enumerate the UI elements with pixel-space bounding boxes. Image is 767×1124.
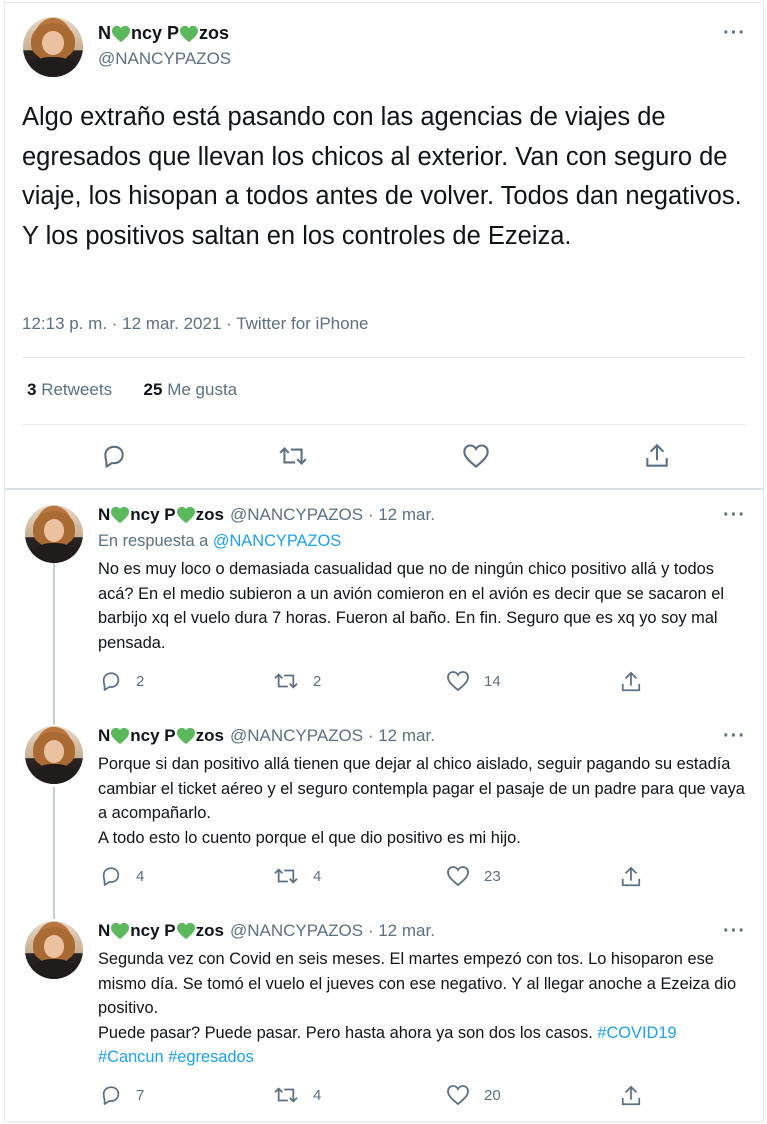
like-button[interactable]: 23 xyxy=(446,865,501,887)
name-part-2: ncy P xyxy=(131,23,180,43)
like-heart-icon xyxy=(447,671,469,692)
green-heart-icon xyxy=(112,25,130,42)
like-count: 20 xyxy=(484,1086,501,1104)
retweet-icon xyxy=(274,868,298,884)
reply-button[interactable]: 7 xyxy=(100,1084,144,1106)
retweet-stat[interactable]: 3 Retweets xyxy=(27,380,112,399)
reply-count: 7 xyxy=(136,1086,145,1104)
reply-icon xyxy=(102,672,120,691)
reply-tweet[interactable]: N ncy P zos @NANCYPAZOS · 12 mar. ··· En… xyxy=(0,504,760,705)
reply-display-name[interactable]: N ncy P zos xyxy=(98,921,224,941)
retweet-count: 4 xyxy=(313,1086,322,1104)
retweet-icon[interactable] xyxy=(278,443,308,469)
green-heart-icon xyxy=(176,727,195,745)
reply-text: No es muy loco o demasiada casualidad qu… xyxy=(98,560,724,652)
reply-handle-date[interactable]: @NANCYPAZOS · 12 mar. xyxy=(230,505,435,525)
section-divider xyxy=(4,488,764,490)
main-tweet-handle[interactable]: @NANCYPAZOS xyxy=(98,49,231,69)
green-heart-icon xyxy=(176,506,195,524)
reply-text: Segunda vez con Covid en seis meses. El … xyxy=(98,950,737,1066)
retweet-icon xyxy=(274,673,298,689)
tweet-stats: 3 Retweets 25 Me gusta xyxy=(27,380,237,400)
share-button[interactable] xyxy=(620,865,642,889)
like-heart-icon xyxy=(447,866,469,887)
more-options-icon[interactable]: ··· xyxy=(723,725,746,748)
reply-handle-date[interactable]: @NANCYPAZOS · 12 mar. xyxy=(230,726,435,746)
replying-to-handle-link[interactable]: @NANCYPAZOS xyxy=(213,532,341,550)
reply-header: N ncy P zos @NANCYPAZOS · 12 mar. xyxy=(98,726,435,746)
like-count: 23 xyxy=(484,867,501,885)
divider xyxy=(22,424,746,425)
green-heart-icon xyxy=(111,727,130,745)
reply-button[interactable]: 4 xyxy=(100,865,144,887)
reply-header: N ncy P zos @NANCYPAZOS · 12 mar. xyxy=(98,921,435,941)
main-tweet-avatar[interactable] xyxy=(23,17,83,77)
retweet-button[interactable]: 4 xyxy=(273,1084,321,1106)
name-part-3: zos xyxy=(199,23,230,43)
green-heart-icon xyxy=(111,922,130,940)
reply-icon[interactable] xyxy=(101,443,127,469)
reply-header: N ncy P zos @NANCYPAZOS · 12 mar. xyxy=(98,505,435,525)
more-options-icon[interactable]: ··· xyxy=(723,22,746,45)
reply-avatar[interactable] xyxy=(25,921,83,979)
green-heart-icon xyxy=(111,506,130,524)
like-button[interactable]: 14 xyxy=(446,670,501,692)
share-icon[interactable] xyxy=(644,442,670,470)
share-icon xyxy=(621,866,641,887)
more-options-icon[interactable]: ··· xyxy=(723,920,746,943)
more-options-icon[interactable]: ··· xyxy=(723,504,746,527)
reply-icon xyxy=(102,867,120,886)
like-heart-icon xyxy=(447,1085,469,1106)
retweet-button[interactable]: 4 xyxy=(273,865,321,887)
share-button[interactable] xyxy=(620,1084,642,1108)
reply-tweet[interactable]: N ncy P zos @NANCYPAZOS · 12 mar. ··· Po… xyxy=(0,725,760,906)
reply-tweet[interactable]: N ncy P zos @NANCYPAZOS · 12 mar. ··· Se… xyxy=(0,920,760,1111)
reply-actions: 4 4 23 xyxy=(98,865,658,889)
hashtag-link[interactable]: #COVID19 xyxy=(597,1024,676,1042)
reply-avatar[interactable] xyxy=(25,505,83,563)
green-heart-icon xyxy=(176,922,195,940)
reply-count: 2 xyxy=(136,672,145,690)
likes-stat[interactable]: 25 Me gusta xyxy=(144,380,238,399)
green-heart-icon xyxy=(180,25,199,42)
reply-button[interactable]: 2 xyxy=(100,670,144,692)
reply-display-name[interactable]: N ncy P zos xyxy=(98,726,224,746)
divider xyxy=(22,357,746,358)
retweet-count: 2 xyxy=(313,672,322,690)
reply-handle-date[interactable]: @NANCYPAZOS · 12 mar. xyxy=(230,921,435,941)
reply-display-name[interactable]: N ncy P zos xyxy=(98,505,224,525)
like-count: 14 xyxy=(484,672,501,690)
reply-count: 4 xyxy=(136,867,145,885)
reply-avatar[interactable] xyxy=(25,726,83,784)
share-button[interactable] xyxy=(620,670,642,694)
main-tweet-display-name[interactable]: N ncy P zos xyxy=(98,23,229,44)
share-icon xyxy=(621,671,641,692)
like-button[interactable]: 20 xyxy=(446,1084,501,1106)
name-part-1: N xyxy=(98,23,111,43)
replying-to: En respuesta a @NANCYPAZOS xyxy=(98,532,342,550)
reply-actions: 2 2 14 xyxy=(98,670,658,694)
reply-icon xyxy=(102,1086,120,1105)
like-heart-icon[interactable] xyxy=(462,443,490,469)
retweet-icon xyxy=(274,1087,298,1103)
hashtag-link[interactable]: #Cancun xyxy=(98,1048,164,1066)
retweet-button[interactable]: 2 xyxy=(273,670,321,692)
hashtag-link[interactable]: #egresados xyxy=(168,1048,254,1066)
retweet-count: 4 xyxy=(313,867,322,885)
tweet-timestamp[interactable]: 12:13 p. m. · 12 mar. 2021 · Twitter for… xyxy=(22,314,368,334)
reply-actions: 7 4 20 xyxy=(98,1084,658,1108)
share-icon xyxy=(621,1085,641,1106)
reply-text: Porque si dan positivo allá tienen que d… xyxy=(98,755,745,847)
main-tweet-text: Algo extraño está pasando con las agenci… xyxy=(22,103,742,250)
